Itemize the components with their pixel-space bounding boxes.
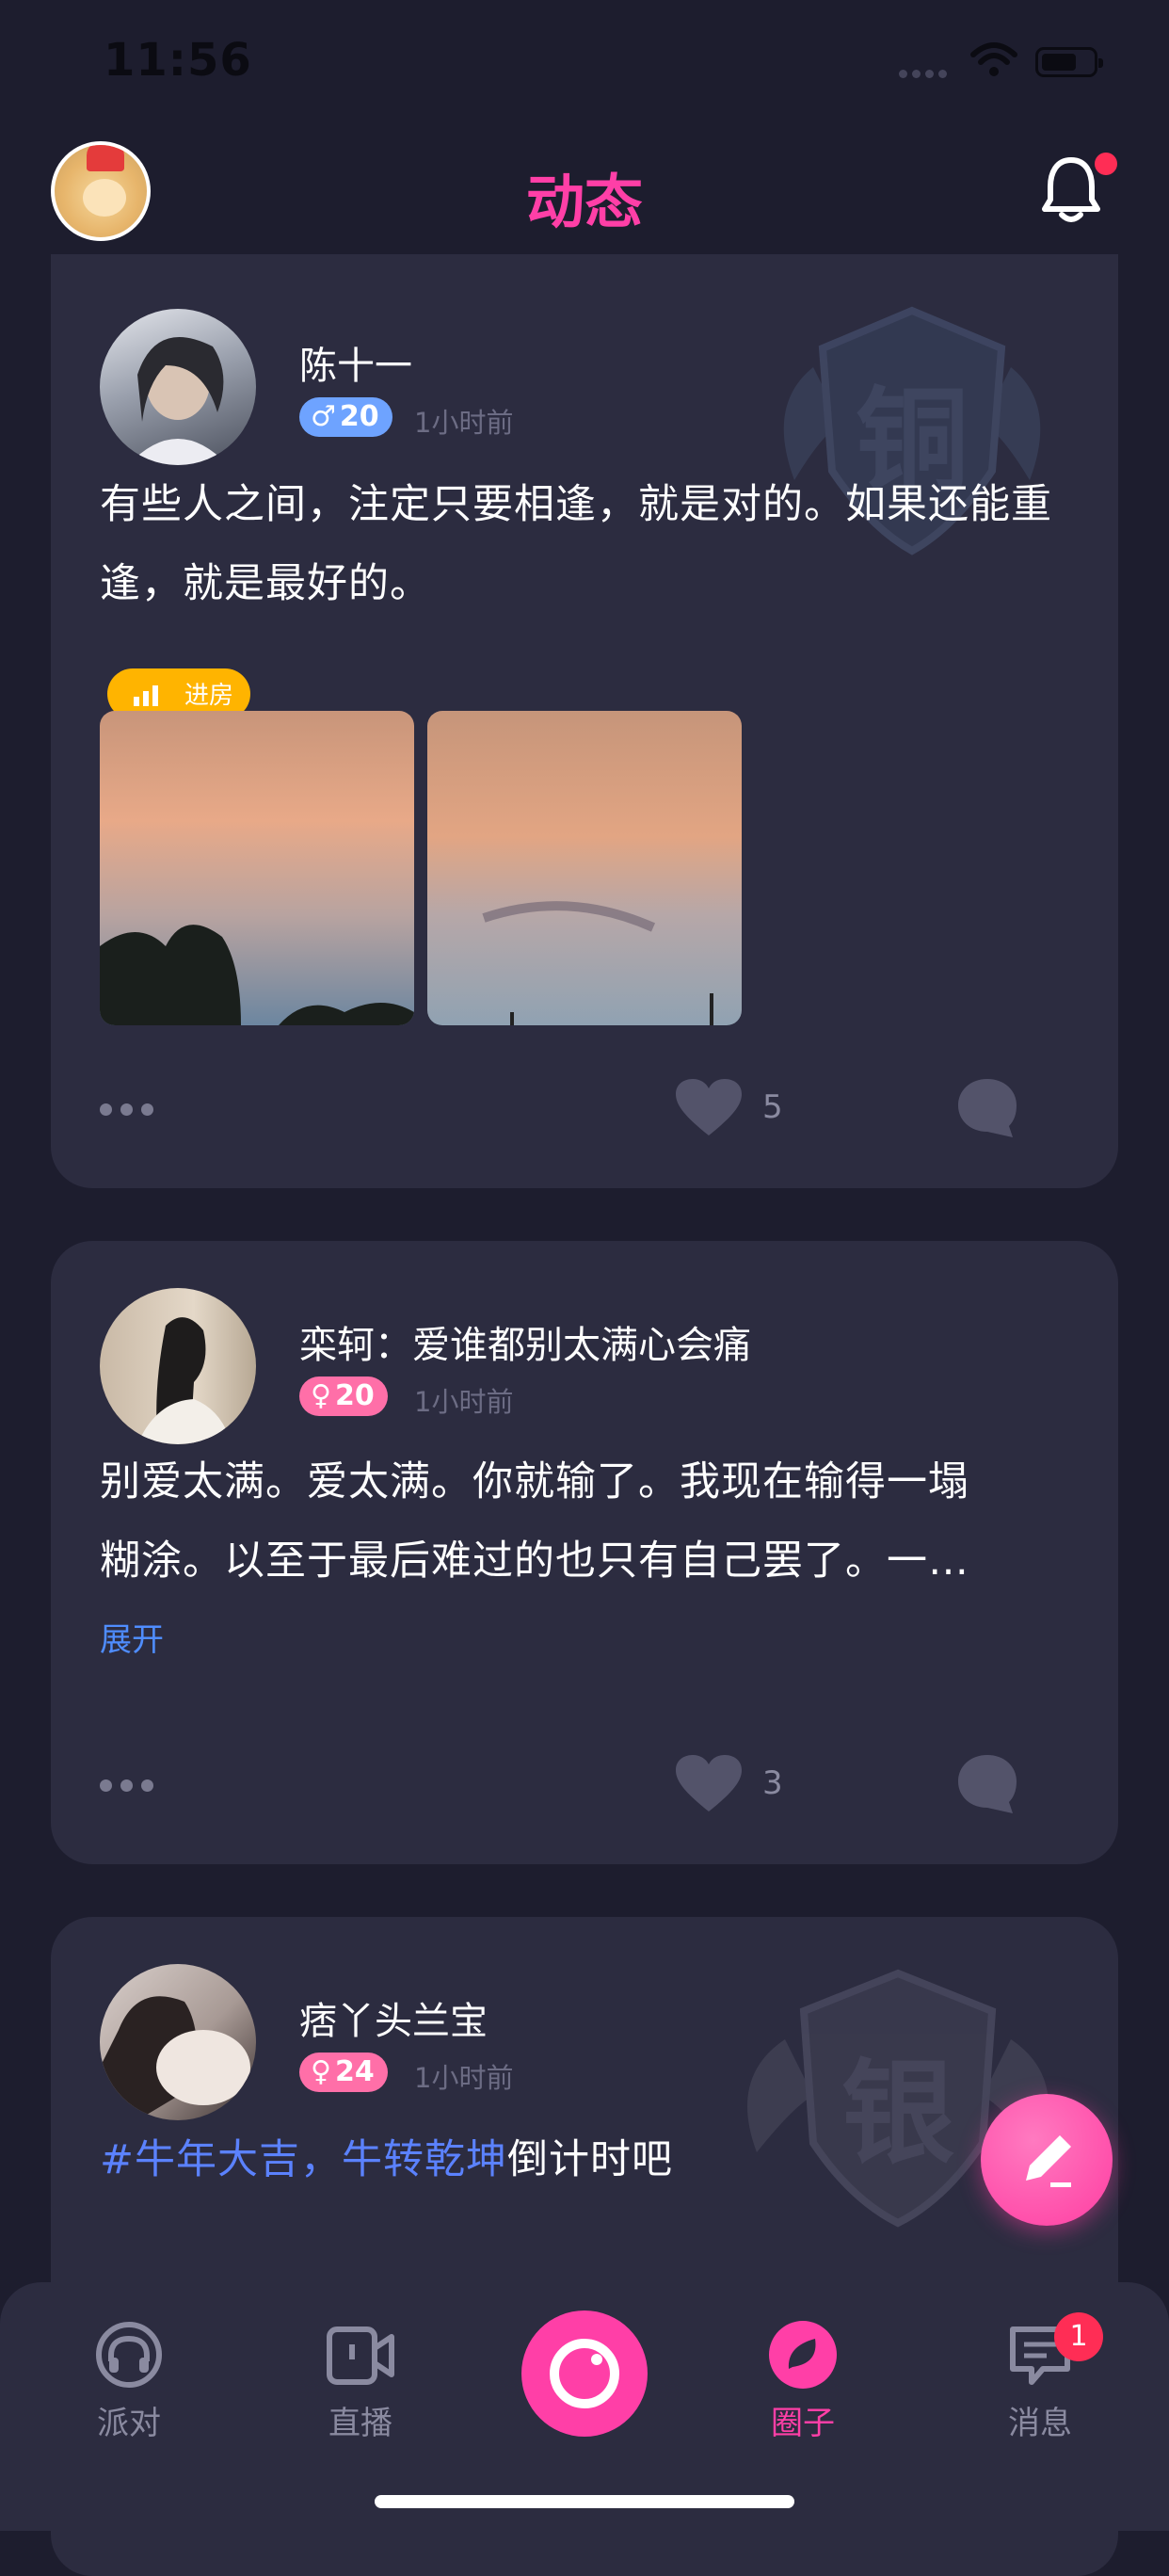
like-heart-icon[interactable] [676,1755,742,1813]
wifi-icon [970,42,1017,76]
tab-live[interactable]: 直播 [290,2320,431,2443]
pencil-icon [1026,2135,1071,2187]
tab-party[interactable]: 派对 [58,2320,200,2443]
post-text: 有些人之间，注定只要相逢，就是对的。如果还能重逢，就是最好的。 [100,481,1052,607]
message-count-badge: 1 [1054,2312,1103,2361]
user-avatar[interactable] [100,309,256,465]
post-text: #牛年大吉，牛转乾坤倒计时吧 [100,2136,674,2183]
center-camera-icon [550,2339,619,2408]
like-count: 3 [762,1764,783,1802]
user-name[interactable]: 陈十一 [299,335,412,390]
circle-leaf-icon [769,2321,837,2389]
post-photo[interactable] [427,711,742,1025]
expand-link[interactable]: 展开 [100,1614,164,1660]
top-header: 动态 [0,132,1169,254]
center-camera-button[interactable] [521,2310,648,2437]
home-indicator [375,2495,794,2508]
video-camera-icon [327,2326,394,2385]
bottom-tab-bar: 派对 直播 圈子 消息 1 [0,2282,1169,2531]
user-avatar[interactable] [100,1964,256,2120]
gender-age-tag: ♀ 24 [299,2053,388,2092]
hashtag-link[interactable]: #牛年大吉，牛转乾坤 [100,2136,507,2183]
headphones-icon [96,2322,162,2388]
post-time: 1小时前 [414,407,514,439]
notification-dot [1095,153,1117,175]
bell-icon[interactable] [1039,154,1103,226]
signal-icon [899,64,952,82]
more-options-button[interactable] [100,1102,162,1119]
page-title: 动态 [525,168,643,236]
post-card[interactable]: 铜 进房 陈十一 ♂ 20 1小时前 有些人之间，注定只要相逢，就是对的。如果还能… [51,254,1118,1188]
tab-circle[interactable]: 圈子 [732,2320,873,2443]
comment-icon[interactable] [956,1753,1018,1815]
svg-text:进房: 进房 [184,682,233,710]
gender-age-tag: ♂ 20 [299,397,392,437]
post-text-line: 别爱太满。爱太满。你就输了。我现在输得一塌 [100,1458,969,1505]
post-text-line: 糊涂。以至于最后难过的也只有自己罢了。一… [100,1538,969,1585]
gender-age-tag: ♀ 20 [299,1377,388,1416]
user-name[interactable]: 栾轲：爱谁都别太满心会痛 [299,1314,751,1369]
comment-icon[interactable] [956,1077,1018,1139]
more-options-button[interactable] [100,1778,162,1795]
user-name[interactable]: 痞丫头兰宝 [299,1990,488,2045]
post-time: 1小时前 [414,1386,514,1418]
post-time: 1小时前 [414,2062,514,2094]
like-heart-icon[interactable] [676,1079,742,1137]
status-time: 11:56 [104,34,252,87]
post-card[interactable]: 栾轲：爱谁都别太满心会痛 ♀ 20 1小时前 别爱太满。爱太满。你就输了。我现在输… [51,1241,1118,1864]
user-avatar[interactable] [100,1288,256,1444]
status-bar: 11:56 [0,0,1169,122]
battery-icon [1035,47,1103,77]
post-photo[interactable] [100,711,414,1025]
like-count: 5 [762,1088,783,1126]
compose-post-button[interactable] [981,2094,1113,2226]
